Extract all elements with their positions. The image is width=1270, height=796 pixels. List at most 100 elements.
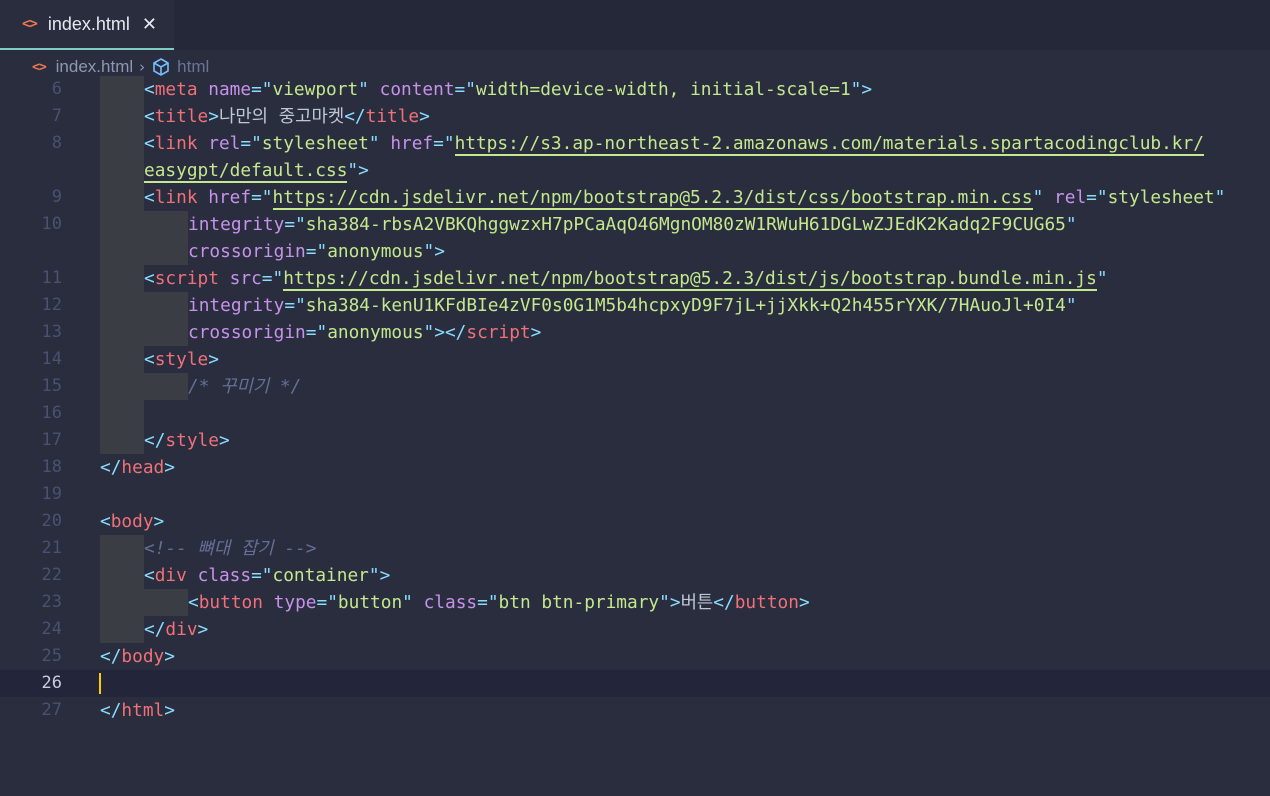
code-token: button <box>337 592 403 613</box>
code-token: > <box>164 457 175 478</box>
code-token: =" <box>284 295 306 316</box>
code-token: "> <box>368 565 391 586</box>
code-token: name <box>208 79 252 100</box>
code-line[interactable]: 10 integrity="sha384-rbsA2VBKQhggwzxH7pPC… <box>0 211 1270 238</box>
code-token: =" <box>251 187 273 208</box>
code-line[interactable]: 17 </style> <box>0 427 1270 454</box>
url-link[interactable]: https://cdn.jsdelivr.net/npm/bootstrap@5… <box>283 268 1097 291</box>
code-line[interactable]: 27 </html> <box>0 697 1270 724</box>
url-link[interactable]: easygpt/default.css <box>144 160 348 183</box>
code-token: </ <box>713 592 735 613</box>
code-line[interactable]: 8 <link rel="stylesheet" href="https://s3… <box>0 130 1270 157</box>
code-text: crossorigin="anonymous"></script> <box>188 319 541 346</box>
line-number: 15 <box>41 376 62 396</box>
code-token: meta <box>154 79 198 100</box>
code-line[interactable]: 15 /* 꾸미기 */ <box>0 373 1270 400</box>
code-token: </ <box>100 457 122 478</box>
code-token: </ <box>100 646 122 667</box>
url-link[interactable]: https://cdn.jsdelivr.net/npm/bootstrap@5… <box>272 187 1033 210</box>
code-line[interactable]: 23 <button type="button" class="btn btn-p… <box>0 589 1270 616</box>
chevron-right-icon: › <box>139 58 146 76</box>
url-link[interactable]: https://s3.ap-northeast-2.amazonaws.com/… <box>454 133 1204 156</box>
breadcrumb-symbol[interactable]: html <box>177 57 209 77</box>
code-token: " <box>1065 214 1077 235</box>
code-token: < <box>144 349 155 370</box>
code-token: "></ <box>423 322 467 343</box>
code-token: button <box>734 592 799 613</box>
indent-guide <box>100 157 144 184</box>
code-line[interactable]: crossorigin="anonymous"> <box>0 238 1270 265</box>
close-icon[interactable]: ✕ <box>142 14 157 35</box>
line-number: 11 <box>41 268 62 288</box>
code-line[interactable]: 24 </div> <box>0 616 1270 643</box>
code-token: < <box>144 268 155 289</box>
indent-guide <box>100 211 144 238</box>
line-number: 6 <box>51 79 62 99</box>
code-token: anonymous <box>327 322 424 343</box>
indent-guide <box>100 265 144 292</box>
line-number: 9 <box>51 187 62 207</box>
breadcrumb-file[interactable]: index.html <box>56 57 133 77</box>
line-number: 20 <box>41 511 62 531</box>
code-line[interactable]: 26 <box>0 670 1270 697</box>
code-token: style <box>154 349 209 370</box>
code-line[interactable]: 7 <title>나만의 중고마켓</title> <box>0 103 1270 130</box>
code-token: " <box>1096 268 1108 289</box>
code-line[interactable]: 12 integrity="sha384-kenU1KFdBIe4zVF0s0G1… <box>0 292 1270 319</box>
line-number: 25 <box>41 646 62 666</box>
indent-guide <box>144 292 188 319</box>
code-token: title <box>154 106 209 127</box>
line-number: 14 <box>41 349 62 369</box>
code-token: =" <box>454 79 476 100</box>
code-token: href <box>390 133 434 154</box>
code-token: < <box>144 106 155 127</box>
code-token: " <box>1032 187 1044 208</box>
code-text: </body> <box>100 643 175 670</box>
tab-index-html[interactable]: <> index.html ✕ <box>0 0 174 50</box>
code-token: body <box>110 511 154 532</box>
line-number: 26 <box>41 673 62 693</box>
code-line[interactable]: 6 <meta name="viewport" content="width=de… <box>0 76 1270 103</box>
line-number: 22 <box>41 565 62 585</box>
code-line[interactable]: 13 crossorigin="anonymous"></script> <box>0 319 1270 346</box>
code-text: <style> <box>144 346 219 373</box>
code-brackets-icon: <> <box>22 16 38 32</box>
code-token: < <box>144 187 155 208</box>
code-text: </style> <box>144 427 230 454</box>
code-token: stylesheet <box>261 133 369 154</box>
code-token: div <box>154 565 187 586</box>
line-number: 19 <box>41 484 62 504</box>
code-text: easygpt/default.css"> <box>144 157 369 184</box>
code-line[interactable]: 21 <!-- 뼈대 잡기 --> <box>0 535 1270 562</box>
indent-guide <box>144 589 188 616</box>
code-line[interactable]: 25 </body> <box>0 643 1270 670</box>
indent-guide <box>100 184 144 211</box>
code-token: =" <box>316 592 338 613</box>
indent-guide <box>100 427 144 454</box>
code-token: " <box>368 133 380 154</box>
code-line[interactable]: 14 <style> <box>0 346 1270 373</box>
code-token: type <box>273 592 317 613</box>
code-text: </div> <box>144 616 208 643</box>
code-editor[interactable]: 6 <meta name="viewport" content="width=de… <box>0 76 1270 796</box>
code-token: viewport <box>272 79 359 100</box>
code-line[interactable]: 11 <script src="https://cdn.jsdelivr.net/… <box>0 265 1270 292</box>
line-number: 13 <box>41 322 62 342</box>
code-line[interactable]: easygpt/default.css"> <box>0 157 1270 184</box>
code-token: class <box>197 565 252 586</box>
code-line[interactable]: 20 <body> <box>0 508 1270 535</box>
code-line[interactable]: 19 <box>0 481 1270 508</box>
code-token: stylesheet <box>1107 187 1215 208</box>
code-line[interactable]: 18 </head> <box>0 454 1270 481</box>
indent-guide <box>100 589 144 616</box>
code-line[interactable]: 22 <div class="container"> <box>0 562 1270 589</box>
code-token: rel <box>208 133 241 154</box>
line-number: 12 <box>41 295 62 315</box>
code-text: <button type="button" class="btn btn-pri… <box>188 589 810 616</box>
code-line[interactable]: 9 <link href="https://cdn.jsdelivr.net/np… <box>0 184 1270 211</box>
code-line[interactable]: 16 <box>0 400 1270 427</box>
code-token: link <box>154 187 198 208</box>
